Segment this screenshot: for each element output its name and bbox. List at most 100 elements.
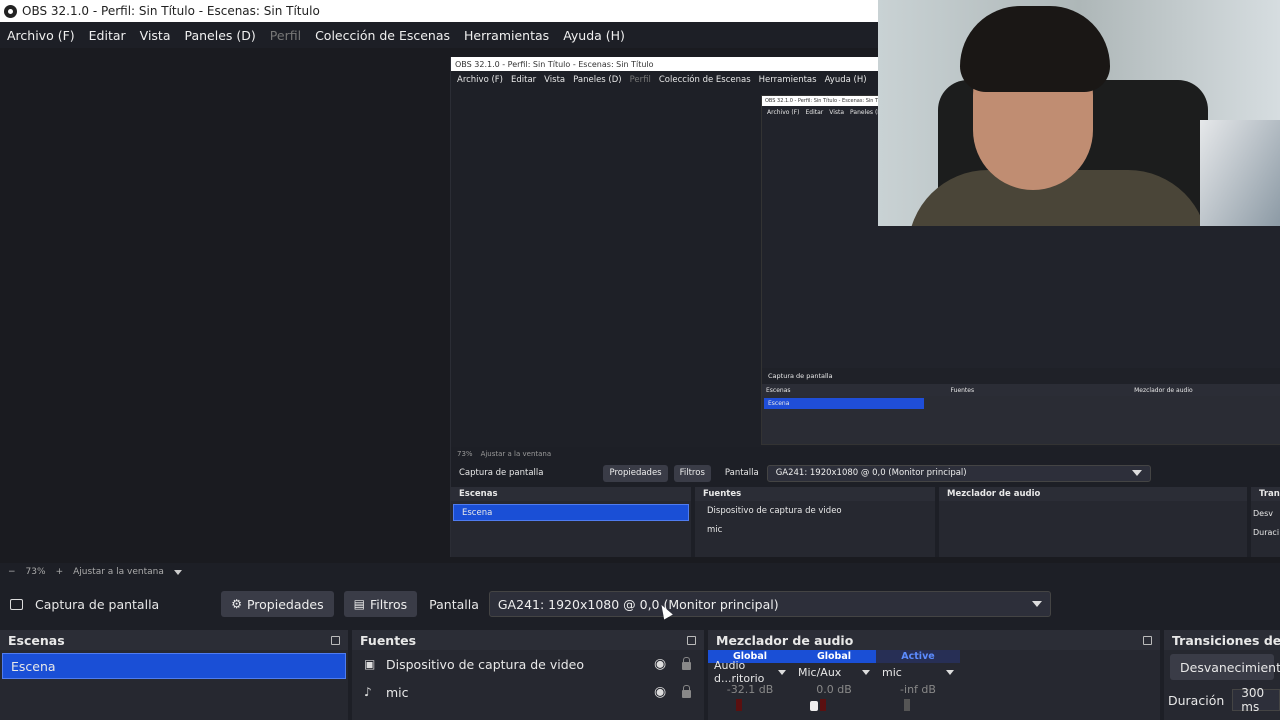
transition-select[interactable]: Desvanecimiento <box>1170 654 1280 680</box>
volume-slider-handle[interactable] <box>810 701 818 711</box>
menu-editar[interactable]: Editar <box>82 28 133 43</box>
duration-row: Duración 300 ms <box>1164 684 1280 716</box>
menu-coleccion-escenas[interactable]: Colección de Escenas <box>308 28 457 43</box>
nested-mixer-title: Mezclador de audio <box>947 489 1041 499</box>
sources-header: Fuentes <box>352 630 704 650</box>
mixer-channel-micaux: Global Mic/Aux 0.0 dB <box>792 650 876 711</box>
nested-properties-button: Propiedades <box>603 464 668 482</box>
channel-tag: Active <box>876 650 960 663</box>
nested-menu-archivo: Archivo (F) <box>457 75 503 85</box>
dock-area: Escenas Escena Fuentes ▣ Dispositivo de … <box>0 630 1280 720</box>
undock-icon[interactable] <box>687 635 696 645</box>
mixer-header: Mezclador de audio <box>708 630 1160 650</box>
nested-transitions-title: Trans <box>1259 489 1280 499</box>
zoom-in-button[interactable]: + <box>56 567 64 577</box>
undock-icon[interactable] <box>331 635 340 645</box>
channel-name-label: Mic/Aux <box>798 665 842 679</box>
filter-icon: ▤ <box>353 597 365 611</box>
transitions-title: Transiciones de es <box>1172 632 1280 648</box>
zoom-level: 73% <box>25 567 46 577</box>
audio-mixer-dock: Mezclador de audio Global Audio d...rito… <box>708 630 1160 720</box>
menu-herramientas[interactable]: Herramientas <box>457 28 556 43</box>
channel-name-label: mic <box>882 665 902 679</box>
nested-menu-ayuda: Ayuda (H) <box>824 75 867 85</box>
volume-meter[interactable] <box>792 699 876 711</box>
scenes-dock: Escenas Escena <box>0 630 348 720</box>
menu-paneles[interactable]: Paneles (D) <box>178 28 263 43</box>
deep-mixer-title: Mezclador de audio <box>1134 386 1193 394</box>
menu-ayuda[interactable]: Ayuda (H) <box>556 28 632 43</box>
menu-vista[interactable]: Vista <box>133 28 178 43</box>
eye-icon[interactable]: ◉ <box>654 684 666 700</box>
chevron-down-icon <box>778 669 786 675</box>
properties-label: Propiedades <box>246 596 324 612</box>
scene-item-escena[interactable]: Escena <box>2 653 346 679</box>
menu-perfil: Perfil <box>269 27 302 43</box>
lock-icon[interactable] <box>682 657 691 670</box>
nested-source-bar: Captura de pantalla Propiedades Filtros … <box>451 461 1280 485</box>
nested-zoom: 73% <box>457 450 473 458</box>
preview-status-row: − 73% + Ajustar a la ventana <box>0 563 1280 581</box>
undock-icon[interactable] <box>1143 635 1152 645</box>
mixer-channels: Global Audio d...ritorio -32.1 dB Global… <box>708 650 1160 711</box>
menu-archivo[interactable]: Archivo (F) <box>0 28 82 43</box>
zoom-out-button[interactable]: − <box>8 567 16 577</box>
nested-source-mic: mic <box>707 524 723 535</box>
chevron-down-icon <box>862 669 870 675</box>
transitions-header: Transiciones de es <box>1164 630 1280 650</box>
deep-sources-title: Fuentes <box>950 386 975 394</box>
volume-meter[interactable] <box>708 699 792 711</box>
sources-title: Fuentes <box>360 632 417 648</box>
scenes-title: Escenas <box>8 632 65 648</box>
source-item-video[interactable]: ▣ Dispositivo de captura de video ◉ <box>352 650 704 678</box>
properties-button[interactable]: ⚙ Propiedades <box>221 591 334 617</box>
source-toolbar: Captura de pantalla ⚙ Propiedades ▤ Filt… <box>0 583 1280 625</box>
nested-menu-perfil: Perfil <box>629 75 651 85</box>
meter-bar <box>904 699 910 711</box>
eye-icon[interactable]: ◉ <box>654 656 666 672</box>
nested-source-label: Captura de pantalla <box>459 468 544 478</box>
nested-menu-herramientas: Herramientas <box>758 75 817 85</box>
nested-source-video: Dispositivo de captura de video <box>707 505 842 516</box>
nested-menu-paneles: Paneles (D) <box>573 75 622 85</box>
nested-fit: Ajustar a la ventana <box>480 450 552 458</box>
screen-label: Pantalla <box>429 596 479 612</box>
nested-duration-label: Duraci <box>1253 528 1280 537</box>
chevron-down-icon[interactable] <box>173 569 182 575</box>
deep-bottom-panel: Captura de pantalla Escenas Fuentes Mezc… <box>762 368 1280 444</box>
nested-menu-editar: Editar <box>511 75 537 85</box>
webcam-hair <box>960 6 1110 92</box>
channel-name[interactable]: Mic/Aux <box>792 663 876 681</box>
deep-source-label: Captura de pantalla <box>768 372 833 380</box>
fit-to-window[interactable]: Ajustar a la ventana <box>73 567 164 577</box>
channel-tag: Global <box>792 650 876 663</box>
nested-sources-title: Fuentes <box>703 489 742 499</box>
chevron-down-icon <box>946 669 954 675</box>
webcam-blanket <box>1200 120 1280 226</box>
volume-meter[interactable] <box>876 699 960 711</box>
deep-scene-item: Escena <box>764 398 924 409</box>
deep-menu-vista: Vista <box>829 108 845 116</box>
nested-docks: Escenas Escena Fuentes Dispositivo de ca… <box>451 485 1280 557</box>
source-item-mic[interactable]: ♪ mic ◉ <box>352 678 704 706</box>
channel-name[interactable]: mic <box>876 663 960 681</box>
channel-name[interactable]: Audio d...ritorio <box>708 659 792 685</box>
window-title: OBS 32.1.0 - Perfil: Sin Título - Escena… <box>22 4 320 18</box>
lock-icon[interactable] <box>682 685 691 698</box>
sources-dock: Fuentes ▣ Dispositivo de captura de vide… <box>352 630 704 720</box>
channel-db: 0.0 dB <box>816 683 852 696</box>
source-label: Dispositivo de captura de video <box>386 656 584 672</box>
screen-select[interactable]: GA241: 1920x1080 @ 0,0 (Monitor principa… <box>488 591 1051 617</box>
deep-dock-heads: Escenas Fuentes Mezclador de audio <box>762 384 1280 396</box>
nested-screen-select: GA241: 1920x1080 @ 0,0 (Monitor principa… <box>766 464 1151 482</box>
duration-label: Duración <box>1168 692 1225 708</box>
duration-input[interactable]: 300 ms <box>1232 686 1280 714</box>
filters-button[interactable]: ▤ Filtros <box>343 591 418 617</box>
nested-scenes-header: Escenas <box>451 487 691 501</box>
nested-screen-value: GA241: 1920x1080 @ 0,0 (Monitor principa… <box>775 468 967 478</box>
nested-sources-header: Fuentes <box>695 487 935 501</box>
mixer-channel-mic: Active mic -inf dB <box>876 650 960 711</box>
nested-scene-item: Escena <box>453 504 689 521</box>
deep-scenes-title: Escenas <box>766 386 791 394</box>
scenes-header: Escenas <box>0 630 348 650</box>
